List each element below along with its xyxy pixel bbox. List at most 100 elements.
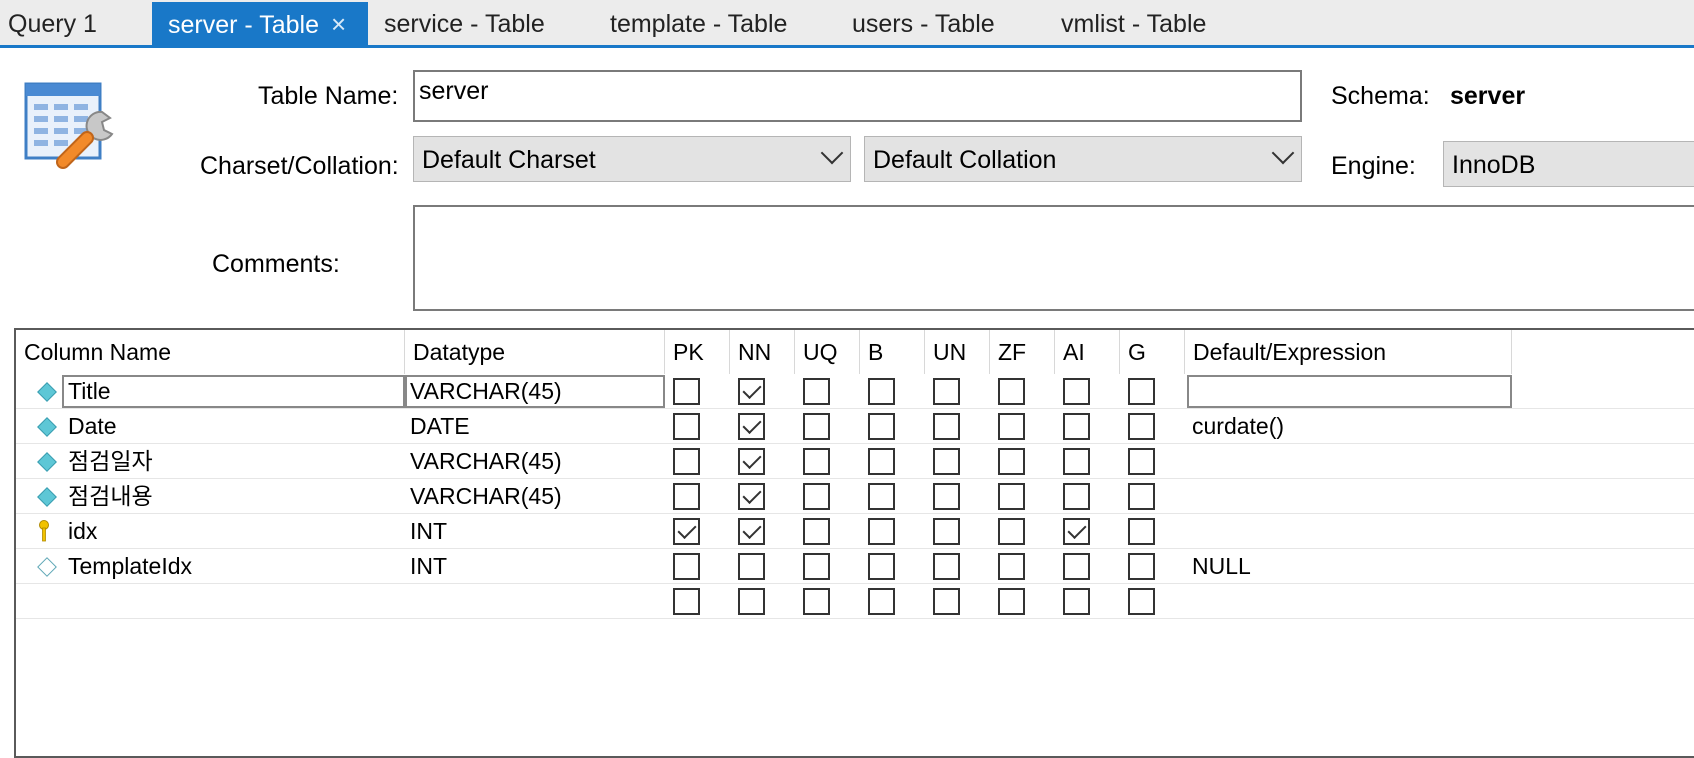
uq-checkbox[interactable] bbox=[803, 518, 830, 545]
b-checkbox[interactable] bbox=[868, 448, 895, 475]
tab-template-table[interactable]: template - Table bbox=[610, 2, 787, 46]
engine-select[interactable]: InnoDB bbox=[1443, 141, 1694, 187]
tab-service-table[interactable]: service - Table bbox=[384, 2, 545, 46]
column-datatype[interactable]: DATE bbox=[410, 409, 470, 443]
column-datatype[interactable]: INT bbox=[410, 549, 447, 583]
pk-checkbox[interactable] bbox=[673, 413, 700, 440]
un-checkbox[interactable] bbox=[933, 553, 960, 580]
tab-vmlist-table[interactable]: vmlist - Table bbox=[1061, 2, 1206, 46]
ai-checkbox[interactable] bbox=[1063, 518, 1090, 545]
header-default-expression[interactable]: Default/Expression bbox=[1185, 330, 1512, 374]
nn-checkbox[interactable] bbox=[738, 413, 765, 440]
pk-checkbox[interactable] bbox=[673, 588, 700, 615]
header-g[interactable]: G bbox=[1120, 330, 1185, 374]
header-uq[interactable]: UQ bbox=[795, 330, 860, 374]
column-datatype[interactable]: VARCHAR(45) bbox=[410, 444, 562, 478]
table-name-input[interactable]: server bbox=[413, 70, 1302, 122]
header-un[interactable]: UN bbox=[925, 330, 990, 374]
column-name[interactable]: TemplateIdx bbox=[68, 549, 192, 583]
nn-checkbox[interactable] bbox=[738, 378, 765, 405]
column-name[interactable]: Title bbox=[68, 374, 111, 408]
table-row[interactable]: 점검내용 VARCHAR(45) bbox=[16, 479, 1694, 514]
ai-checkbox[interactable] bbox=[1063, 553, 1090, 580]
ai-checkbox[interactable] bbox=[1063, 378, 1090, 405]
header-datatype[interactable]: Datatype bbox=[405, 330, 665, 374]
un-checkbox[interactable] bbox=[933, 588, 960, 615]
header-zf[interactable]: ZF bbox=[990, 330, 1055, 374]
header-ai[interactable]: AI bbox=[1055, 330, 1120, 374]
tab-users-table[interactable]: users - Table bbox=[852, 2, 995, 46]
comments-textarea[interactable] bbox=[413, 205, 1694, 311]
g-checkbox[interactable] bbox=[1128, 588, 1155, 615]
header-pk[interactable]: PK bbox=[665, 330, 730, 374]
header-b[interactable]: B bbox=[860, 330, 925, 374]
header-column-name[interactable]: Column Name bbox=[16, 330, 405, 374]
nn-checkbox[interactable] bbox=[738, 483, 765, 510]
g-checkbox[interactable] bbox=[1128, 378, 1155, 405]
table-row[interactable]: 점검일자 VARCHAR(45) bbox=[16, 444, 1694, 479]
zf-checkbox[interactable] bbox=[998, 588, 1025, 615]
zf-checkbox[interactable] bbox=[998, 483, 1025, 510]
b-checkbox[interactable] bbox=[868, 588, 895, 615]
uq-checkbox[interactable] bbox=[803, 378, 830, 405]
nn-checkbox[interactable] bbox=[738, 553, 765, 580]
column-default[interactable]: curdate() bbox=[1192, 409, 1284, 443]
column-name[interactable]: 점검일자 bbox=[68, 444, 153, 478]
zf-checkbox[interactable] bbox=[998, 518, 1025, 545]
table-row[interactable]: idx INT bbox=[16, 514, 1694, 549]
ai-checkbox[interactable] bbox=[1063, 448, 1090, 475]
uq-checkbox[interactable] bbox=[803, 413, 830, 440]
b-checkbox[interactable] bbox=[868, 378, 895, 405]
column-datatype[interactable]: VARCHAR(45) bbox=[410, 479, 562, 513]
default-expression-editor[interactable] bbox=[1187, 375, 1512, 408]
tab-server-table[interactable]: server - Table × bbox=[152, 2, 368, 46]
column-datatype[interactable]: VARCHAR(45) bbox=[410, 374, 562, 408]
column-default[interactable]: NULL bbox=[1192, 549, 1251, 583]
g-checkbox[interactable] bbox=[1128, 518, 1155, 545]
zf-checkbox[interactable] bbox=[998, 553, 1025, 580]
zf-checkbox[interactable] bbox=[998, 378, 1025, 405]
nn-checkbox[interactable] bbox=[738, 518, 765, 545]
ai-checkbox[interactable] bbox=[1063, 588, 1090, 615]
pk-checkbox[interactable] bbox=[673, 378, 700, 405]
column-name[interactable]: 점검내용 bbox=[68, 479, 153, 513]
b-checkbox[interactable] bbox=[868, 518, 895, 545]
un-checkbox[interactable] bbox=[933, 518, 960, 545]
uq-checkbox[interactable] bbox=[803, 553, 830, 580]
ai-checkbox[interactable] bbox=[1063, 413, 1090, 440]
table-row[interactable]: Date DATE curdate() bbox=[16, 409, 1694, 444]
table-row[interactable]: TemplateIdx INT NULL bbox=[16, 549, 1694, 584]
un-checkbox[interactable] bbox=[933, 413, 960, 440]
header-nn[interactable]: NN bbox=[730, 330, 795, 374]
g-checkbox[interactable] bbox=[1128, 483, 1155, 510]
pk-checkbox[interactable] bbox=[673, 553, 700, 580]
b-checkbox[interactable] bbox=[868, 483, 895, 510]
zf-checkbox[interactable] bbox=[998, 448, 1025, 475]
column-name[interactable]: idx bbox=[68, 514, 97, 548]
un-checkbox[interactable] bbox=[933, 448, 960, 475]
ai-checkbox[interactable] bbox=[1063, 483, 1090, 510]
table-row[interactable]: Title VARCHAR(45) bbox=[16, 374, 1694, 409]
charset-select[interactable]: Default Charset bbox=[413, 136, 851, 182]
uq-checkbox[interactable] bbox=[803, 448, 830, 475]
column-name[interactable]: Date bbox=[68, 409, 117, 443]
pk-checkbox[interactable] bbox=[673, 448, 700, 475]
uq-checkbox[interactable] bbox=[803, 483, 830, 510]
pk-checkbox[interactable] bbox=[673, 483, 700, 510]
column-datatype[interactable]: INT bbox=[410, 514, 447, 548]
close-icon[interactable]: × bbox=[331, 9, 346, 39]
column-name-editor[interactable] bbox=[62, 375, 405, 408]
un-checkbox[interactable] bbox=[933, 483, 960, 510]
b-checkbox[interactable] bbox=[868, 553, 895, 580]
collation-select[interactable]: Default Collation bbox=[864, 136, 1302, 182]
un-checkbox[interactable] bbox=[933, 378, 960, 405]
zf-checkbox[interactable] bbox=[998, 413, 1025, 440]
g-checkbox[interactable] bbox=[1128, 448, 1155, 475]
uq-checkbox[interactable] bbox=[803, 588, 830, 615]
new-column-row[interactable] bbox=[16, 584, 1694, 619]
nn-checkbox[interactable] bbox=[738, 588, 765, 615]
tab-query-1[interactable]: Query 1 bbox=[0, 2, 158, 46]
g-checkbox[interactable] bbox=[1128, 553, 1155, 580]
b-checkbox[interactable] bbox=[868, 413, 895, 440]
nn-checkbox[interactable] bbox=[738, 448, 765, 475]
